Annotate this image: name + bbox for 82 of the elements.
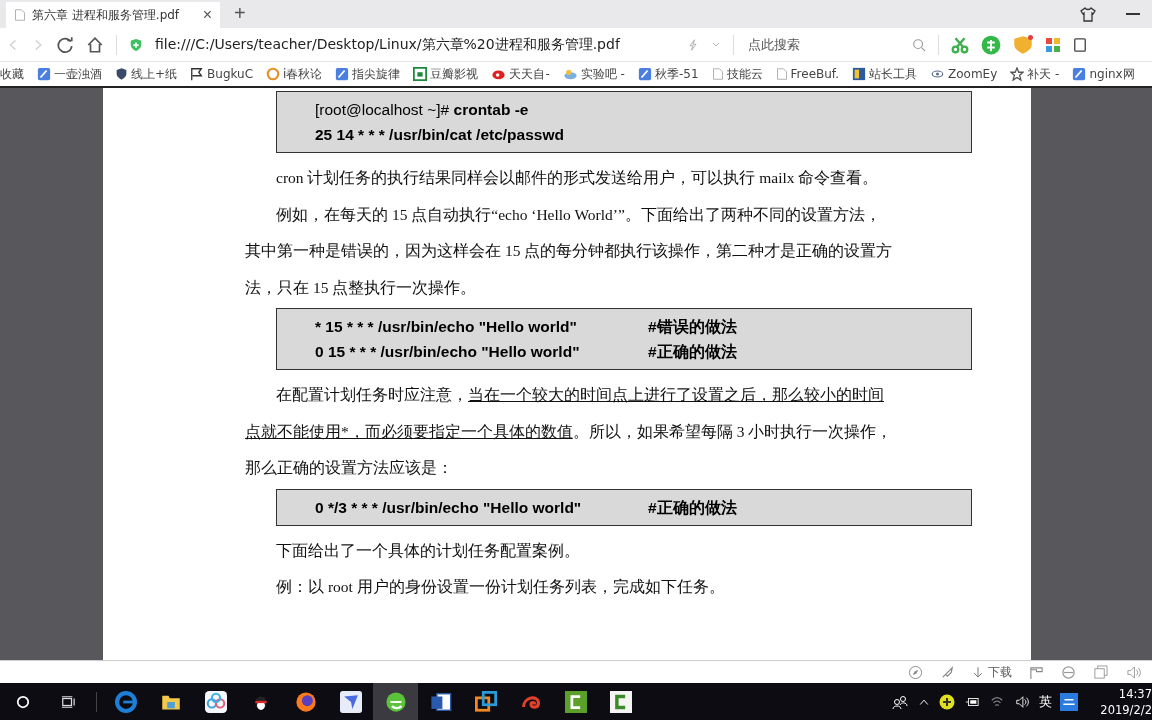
task-view-icon[interactable]: [59, 694, 76, 709]
ring-icon: [266, 67, 281, 81]
prompt-text: [root@localhost ~]#: [315, 100, 451, 120]
flag-icon[interactable]: [1029, 664, 1044, 680]
tile-icon: [852, 67, 866, 81]
command-text: * 15 * * * /usr/bin/echo "Hello world": [315, 317, 578, 337]
bookmark-item[interactable]: nginx网: [1072, 65, 1135, 83]
wifi-icon[interactable]: [989, 694, 1005, 709]
clock-date[interactable]: 2019/2/2: [1100, 701, 1152, 718]
reload-icon[interactable]: [56, 35, 74, 54]
shirt-icon[interactable]: [1080, 6, 1096, 22]
circle-icon[interactable]: [15, 694, 30, 709]
compass-icon[interactable]: [908, 664, 923, 680]
paragraph: 下面给出了一个具体的计划任务配置案例。: [275, 540, 581, 561]
flag-icon: [190, 67, 205, 81]
down-arrow-icon: [972, 664, 984, 680]
plus-circle-icon[interactable]: [939, 693, 955, 710]
bookmark-item[interactable]: 指尖旋律: [335, 65, 401, 83]
people-icon[interactable]: [891, 693, 909, 710]
feather-icon: [335, 67, 350, 81]
bookmark-item[interactable]: FreeBuf.: [775, 67, 839, 81]
command-text: 0 15 * * * /usr/bin/echo "Hello world": [315, 342, 581, 362]
search-icon[interactable]: [912, 37, 926, 52]
url-text[interactable]: file:///C:/Users/teacher/Desktop/Linux/第六章%20进程和服务管理.pdf: [155, 35, 675, 54]
feather-icon: [1072, 67, 1087, 81]
bookmark-item[interactable]: BugkuC: [190, 67, 254, 81]
bookmark-item[interactable]: 实验吧 -: [562, 65, 625, 83]
speaker-icon[interactable]: [1013, 694, 1031, 709]
shield-icon: [115, 67, 128, 81]
taskbar-app[interactable]: [373, 683, 418, 720]
star-icon: [1010, 67, 1025, 81]
comment-text: #正确的做法: [648, 497, 737, 518]
eye-icon: [930, 68, 945, 80]
page-icon: [775, 67, 788, 81]
feather-icon: [637, 67, 652, 81]
paragraph: 在配置计划任务时应注意，当在一个较大的时间点上进行了设置之后，那么较小的时间点就不能使用*，而必须要指定一个具体的数值。所以，如果希望每隔 3 小时执行一次操作，那么正确的设置方法应该是：: [245, 385, 894, 478]
translate-icon[interactable]: [981, 34, 1001, 55]
scissors-icon[interactable]: [951, 35, 969, 54]
shield-icon: [129, 36, 143, 53]
bookmark-item[interactable]: 秋季-51: [637, 65, 699, 83]
bracket-icon: [609, 690, 632, 713]
bookmark-item[interactable]: 技能云: [711, 65, 763, 83]
page-icon: [14, 8, 26, 22]
squares-icon: [474, 690, 497, 713]
cloud-icon: [204, 690, 227, 713]
cloud-icon: [562, 67, 578, 81]
command-text: 25 14 * * * /usr/bin/cat /etc/passwd: [315, 125, 564, 145]
close-tab-button[interactable]: ×: [202, 6, 212, 24]
input-method-indicator[interactable]: 英: [1039, 692, 1052, 711]
bookmark-item[interactable]: 天天自-: [491, 65, 550, 83]
bookmark-item[interactable]: 收藏: [0, 65, 24, 83]
bird-icon: [339, 690, 362, 713]
grid-icon[interactable]: [1045, 36, 1061, 53]
paragraph: cron 计划任务的执行结果同样会以邮件的形式发送给用户，可以执行 mailx 命令查看。: [275, 168, 880, 188]
bookmark-item[interactable]: ZoomEy: [930, 67, 998, 81]
paragraph: 例如，在每天的 15 点自动执行“echo ‘Hello World’”。下面给出了两种不同的设置方法，其中第一种是错误的，因为这样会在 15 点的每分钟都执行该操作，第二种才是正确的设置方法，只在 15 点整执行一次操作。: [245, 204, 894, 298]
tablet-icon[interactable]: [1073, 35, 1087, 54]
clock-time[interactable]: 14:37: [1118, 685, 1152, 702]
bookmark-item[interactable]: 一壶浊酒: [37, 65, 102, 83]
command-text: crontab -e: [453, 100, 529, 120]
paragraph: 例：以 root 用户的身份设置一份计划任务列表，完成如下任务。: [275, 577, 726, 597]
command-text: 0 */3 * * * /usr/bin/echo "Hello world": [315, 497, 583, 518]
bookmark-item[interactable]: i春秋论: [266, 65, 323, 83]
bracket-icon: [564, 690, 587, 713]
document-icon: [429, 690, 452, 713]
browser-tab[interactable]: 第六章 进程和服务管理.pdf ×: [6, 2, 220, 28]
new-tab-button[interactable]: +: [228, 1, 252, 26]
comment-text: #错误的做法: [648, 317, 737, 337]
square-icon: [413, 67, 428, 81]
bookmark-item[interactable]: 站长工具: [852, 65, 917, 83]
bookmark-item[interactable]: 线上+纸: [115, 65, 178, 83]
globe-icon: [294, 690, 317, 713]
comment-text: #正确的做法: [648, 342, 737, 362]
search-field[interactable]: 点此搜索: [746, 36, 900, 53]
bookmark-item[interactable]: 补天 -: [1010, 65, 1060, 83]
shield-badge-icon[interactable]: [1013, 34, 1033, 55]
bookmark-item[interactable]: 豆瓣影视: [413, 65, 479, 83]
browser-icon: [384, 690, 407, 713]
home-icon[interactable]: [86, 35, 104, 54]
page-icon: [711, 67, 724, 81]
download-button[interactable]: 下载: [972, 663, 1012, 681]
feather-icon: [37, 67, 51, 81]
